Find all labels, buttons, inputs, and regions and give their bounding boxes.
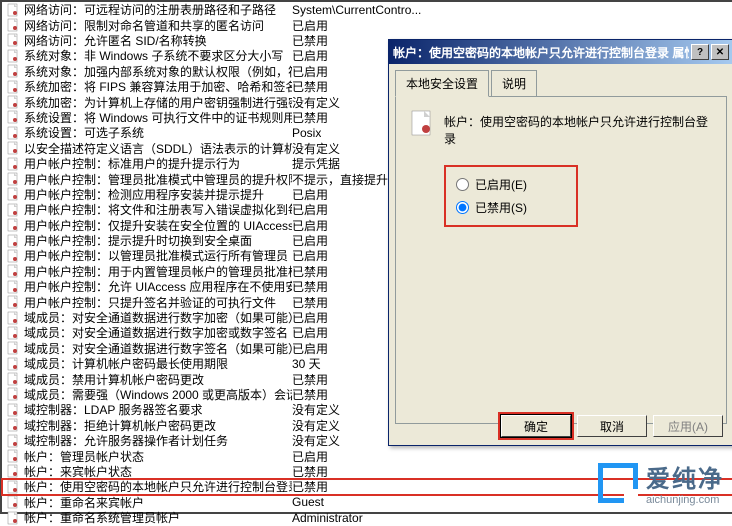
- policy-icon: [6, 218, 20, 232]
- dialog-title: 帐户：使用空密码的本地帐户只允许进行控制台登录 属性: [393, 44, 689, 61]
- policy-icon: [6, 249, 20, 263]
- policy-icon: [6, 141, 20, 155]
- policy-icon: [6, 3, 20, 17]
- policy-icon: [6, 341, 20, 355]
- radio-enabled-label: 已启用(E): [475, 176, 527, 193]
- policy-value: Posix: [292, 126, 321, 140]
- policy-icon: [6, 157, 20, 171]
- policy-icon: [6, 418, 20, 432]
- radio-disabled-label: 已禁用(S): [475, 199, 527, 216]
- policy-icon: [6, 95, 20, 109]
- policy-icon: [6, 326, 20, 340]
- policy-row[interactable]: 帐户：重命名系统管理员帐户Administrator: [2, 510, 732, 525]
- watermark-cn: 爱纯净: [646, 466, 724, 493]
- titlebar[interactable]: 帐户：使用空密码的本地帐户只允许进行控制台登录 属性 ? ✕: [389, 40, 732, 64]
- watermark-logo-icon: [598, 463, 638, 503]
- watermark: 爱纯净 aichunjing.com: [598, 459, 724, 506]
- policy-icon: [6, 511, 20, 525]
- policy-value: Administrator: [292, 511, 363, 525]
- radio-disabled[interactable]: 已禁用(S): [456, 196, 566, 219]
- policy-row[interactable]: 网络访问：可远程访问的注册表册路径和子路径System\CurrentContr…: [2, 2, 732, 17]
- policy-icon: [6, 464, 20, 478]
- policy-header: 帐户：使用空密码的本地帐户只允许进行控制台登录: [408, 109, 714, 147]
- policy-value: Guest: [292, 495, 324, 509]
- policy-icon: [6, 64, 20, 78]
- apply-button: 应用(A): [653, 415, 723, 437]
- policy-name: 帐户：重命名系统管理员帐户: [24, 509, 292, 526]
- policy-value: System\CurrentContro...: [292, 3, 421, 17]
- policy-icon: [6, 357, 20, 371]
- policy-value: 已禁用: [292, 478, 328, 495]
- watermark-en: aichunjing.com: [646, 494, 724, 506]
- policy-icon: [6, 403, 20, 417]
- policy-icon: [6, 372, 20, 386]
- policy-icon: [6, 280, 20, 294]
- ok-button[interactable]: 确定: [501, 415, 571, 437]
- policy-icon: [6, 449, 20, 463]
- policy-icon: [6, 49, 20, 63]
- policy-icon: [6, 434, 20, 448]
- policy-icon: [6, 187, 20, 201]
- tab-local-security[interactable]: 本地安全设置: [395, 70, 489, 97]
- radio-disabled-input[interactable]: [456, 201, 469, 214]
- policy-icon: [6, 110, 20, 124]
- tab-panel: 帐户：使用空密码的本地帐户只允许进行控制台登录 已启用(E) 已禁用(S): [395, 96, 727, 424]
- policy-icon: [6, 264, 20, 278]
- tabs: 本地安全设置 说明: [389, 64, 732, 96]
- properties-dialog: 帐户：使用空密码的本地帐户只允许进行控制台登录 属性 ? ✕ 本地安全设置 说明…: [388, 39, 732, 446]
- tab-explain[interactable]: 说明: [491, 70, 537, 96]
- policy-icon: [6, 480, 20, 494]
- policy-title-text: 帐户：使用空密码的本地帐户只允许进行控制台登录: [444, 109, 714, 147]
- close-button[interactable]: ✕: [711, 44, 729, 60]
- policy-value: 已禁用: [292, 109, 328, 126]
- help-button[interactable]: ?: [691, 44, 709, 60]
- dialog-buttons: 确定 取消 应用(A): [501, 415, 723, 437]
- radio-enabled[interactable]: 已启用(E): [456, 173, 566, 196]
- policy-icon: [6, 126, 20, 140]
- policy-icon: [6, 295, 20, 309]
- policy-icon: [6, 203, 20, 217]
- policy-icon: [6, 18, 20, 32]
- policy-icon: [6, 234, 20, 248]
- cancel-button[interactable]: 取消: [577, 415, 647, 437]
- radio-group: 已启用(E) 已禁用(S): [446, 167, 576, 225]
- policy-document-icon: [408, 109, 436, 137]
- policy-icon: [6, 80, 20, 94]
- policy-icon: [6, 33, 20, 47]
- policy-icon: [6, 311, 20, 325]
- policy-icon: [6, 495, 20, 509]
- policy-icon: [6, 387, 20, 401]
- policy-row[interactable]: 网络访问：限制对命名管道和共享的匿名访问已启用: [2, 17, 732, 32]
- radio-enabled-input[interactable]: [456, 178, 469, 191]
- policy-icon: [6, 172, 20, 186]
